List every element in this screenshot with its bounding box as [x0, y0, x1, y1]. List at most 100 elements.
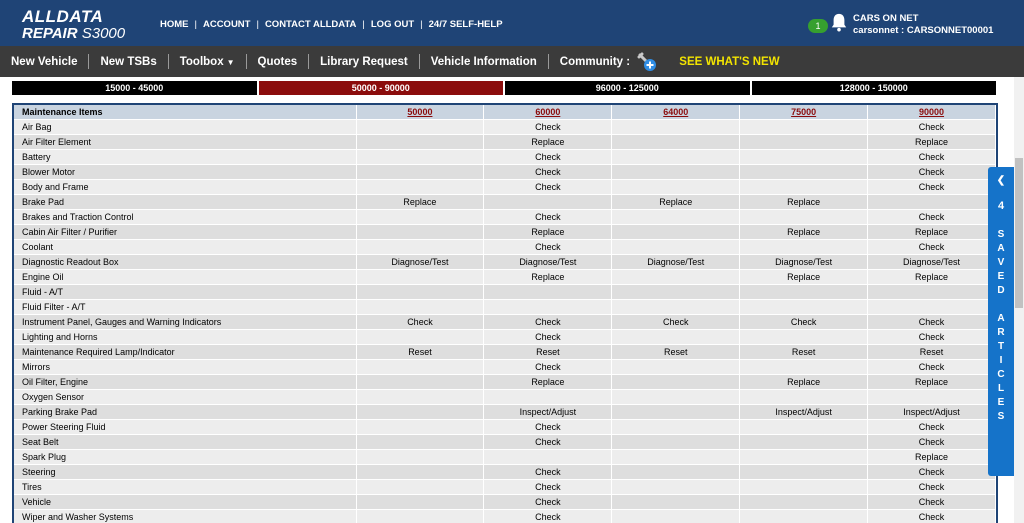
maintenance-action-cell [867, 284, 996, 300]
maintenance-action-cell [739, 359, 869, 375]
notifications[interactable]: 1 [808, 13, 847, 34]
maintenance-action-cell [739, 464, 869, 480]
maintenance-action-cell: Check [867, 509, 996, 523]
shop-name: CARS ON NET [853, 13, 919, 24]
maintenance-action-cell: Check [611, 314, 741, 330]
mileage-link[interactable]: 64000 [663, 107, 688, 117]
saved-articles-letter: T [997, 341, 1005, 352]
nav-toolbox[interactable]: Toolbox ▼ [169, 56, 246, 68]
maintenance-items-header: Maintenance Items [14, 105, 357, 120]
mileage-link[interactable]: 60000 [535, 107, 560, 117]
maintenance-action-cell: Check [867, 494, 996, 510]
nav-community[interactable]: Community : [549, 52, 669, 72]
maintenance-action-cell: Reset [483, 344, 613, 360]
maintenance-action-cell: Check [356, 314, 485, 330]
maintenance-action-cell: Check [867, 464, 996, 480]
maintenance-action-cell [356, 224, 485, 240]
maintenance-action-cell: Check [867, 209, 996, 225]
maintenance-action-cell: Inspect/Adjust [483, 404, 613, 420]
maintenance-action-cell [356, 209, 485, 225]
logo-s3000: S3000 [81, 25, 126, 42]
maintenance-action-cell: Check [483, 509, 613, 523]
maintenance-item-name: Blower Motor [14, 164, 357, 180]
maintenance-action-cell [611, 209, 741, 225]
contact-alldata-link[interactable]: CONTACT ALLDATA [265, 19, 356, 30]
maintenance-action-cell: Replace [867, 374, 996, 390]
separator: | [420, 19, 423, 30]
maintenance-action-cell [611, 494, 741, 510]
alldata-logo[interactable]: ALLDATA REPAIR S3000 [22, 8, 125, 42]
wrench-plus-icon[interactable] [637, 52, 657, 72]
logo-line2: REPAIR S3000 [22, 25, 125, 42]
table-row: Lighting and Horns Check Check [14, 329, 996, 345]
maintenance-action-cell [356, 464, 485, 480]
maintenance-item-name: Parking Brake Pad [14, 404, 357, 420]
table-row: Maintenance Required Lamp/Indicator Reset… [14, 344, 996, 360]
nav-library-request[interactable]: Library Request [309, 56, 419, 68]
chevron-down-icon: ▼ [226, 57, 235, 67]
maintenance-action-cell: Replace [739, 224, 869, 240]
nav-see-whats-new[interactable]: SEE WHAT'S NEW [668, 56, 790, 68]
table-row: Cabin Air Filter / Purifier Replace Replac… [14, 224, 996, 240]
maintenance-action-cell [611, 434, 741, 450]
maintenance-action-cell: Check [483, 359, 613, 375]
maintenance-action-cell: Replace [739, 374, 869, 390]
saved-articles-letter: C [997, 369, 1005, 380]
saved-articles-tab[interactable]: ❮ 4 SAVED ARTICLES [988, 167, 1014, 476]
mileage-link[interactable]: 75000 [791, 107, 816, 117]
mileage-link[interactable]: 90000 [919, 107, 944, 117]
maintenance-action-cell: Reset [356, 344, 485, 360]
table-row: Power Steering Fluid Check Check [14, 419, 996, 435]
log-out-link[interactable]: LOG OUT [371, 19, 414, 30]
maintenance-action-cell [611, 119, 741, 135]
maintenance-action-cell: Inspect/Adjust [739, 404, 869, 420]
maintenance-action-cell [611, 449, 741, 465]
mileage-tab[interactable]: 128000 - 150000 [751, 81, 998, 95]
bell-icon[interactable] [830, 12, 848, 32]
saved-articles-letter: R [997, 327, 1005, 338]
separator: | [362, 19, 365, 30]
mileage-tab[interactable]: 50000 - 90000 [258, 81, 505, 95]
maintenance-action-cell [739, 179, 869, 195]
maintenance-action-cell [356, 494, 485, 510]
maintenance-action-cell: Replace [739, 269, 869, 285]
maintenance-item-name: Engine Oil [14, 269, 357, 285]
maintenance-action-cell: Check [867, 149, 996, 165]
table-row: Blower Motor Check Check [14, 164, 996, 180]
maintenance-item-name: Maintenance Required Lamp/Indicator [14, 344, 357, 360]
home-link[interactable]: HOME [160, 19, 189, 30]
nav-vehicle-information[interactable]: Vehicle Information [420, 56, 548, 68]
maintenance-action-cell: Diagnose/Test [611, 254, 741, 270]
self-help-link[interactable]: 24/7 SELF-HELP [429, 19, 503, 30]
maintenance-action-cell: Inspect/Adjust [867, 404, 996, 420]
maintenance-action-cell: Check [739, 314, 869, 330]
saved-articles-label: SAVED ARTICLES [988, 228, 1014, 424]
table-row: Battery Check Check [14, 149, 996, 165]
maintenance-action-cell [356, 509, 485, 523]
maintenance-action-cell [611, 404, 741, 420]
account-link[interactable]: ACCOUNT [203, 19, 251, 30]
scrollbar-thumb[interactable] [1015, 158, 1023, 308]
table-row: Engine Oil Replace Replace Replace [14, 269, 996, 285]
table-row: Air Bag Check Check [14, 119, 996, 135]
mileage-column-header: 90000 [867, 105, 996, 120]
maintenance-action-cell: Check [483, 479, 613, 495]
maintenance-action-cell: Replace [483, 134, 613, 150]
mileage-tab[interactable]: 15000 - 45000 [12, 81, 259, 95]
maintenance-action-cell [739, 389, 869, 405]
maintenance-action-cell: Reset [867, 344, 996, 360]
maintenance-action-cell [483, 449, 613, 465]
maintenance-item-name: Oxygen Sensor [14, 389, 357, 405]
top-links: HOME | ACCOUNT | CONTACT ALLDATA | LOG O… [160, 19, 503, 30]
maintenance-action-cell [611, 509, 741, 523]
maintenance-action-cell [356, 389, 485, 405]
nav-new-vehicle[interactable]: New Vehicle [0, 56, 88, 68]
nav-toolbox-label: Toolbox [179, 55, 224, 68]
mileage-tab[interactable]: 96000 - 125000 [505, 81, 752, 95]
nav-quotes[interactable]: Quotes [247, 56, 309, 68]
maintenance-action-cell [739, 134, 869, 150]
nav-new-tsbs[interactable]: New TSBs [89, 56, 167, 68]
maintenance-action-cell [867, 299, 996, 315]
maintenance-action-cell: Reset [611, 344, 741, 360]
mileage-link[interactable]: 50000 [407, 107, 432, 117]
